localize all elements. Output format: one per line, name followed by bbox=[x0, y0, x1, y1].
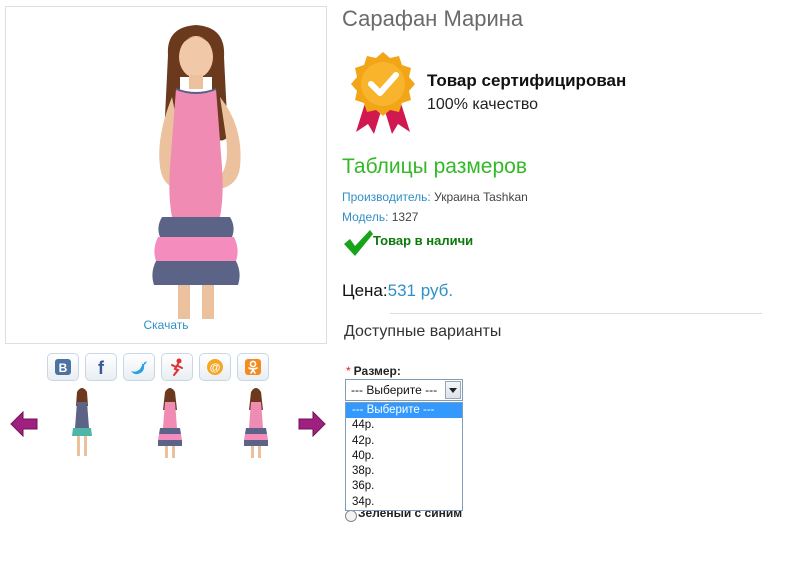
share-facebook-button[interactable]: f bbox=[85, 353, 117, 381]
mail-ru-icon: @ bbox=[207, 359, 223, 375]
thumbnail-dress-blue[interactable] bbox=[62, 384, 102, 460]
size-dropdown-option[interactable]: 38р. bbox=[346, 464, 462, 479]
size-table-link[interactable]: Таблицы размеров bbox=[342, 155, 527, 179]
stock-label: Товар в наличи bbox=[373, 233, 474, 248]
product-title: Сарафан Марина bbox=[342, 6, 524, 31]
certificate-subtitle: 100% качество bbox=[427, 96, 539, 113]
arrow-right-icon bbox=[298, 411, 326, 437]
carousel-prev-arrow[interactable] bbox=[10, 411, 38, 437]
manufacturer-value: Украина Tashkan bbox=[434, 190, 528, 204]
size-label: * Размер: bbox=[346, 364, 401, 378]
thumbnail-carousel bbox=[10, 382, 330, 462]
model-key: Модель: bbox=[342, 210, 389, 224]
twitter-icon bbox=[131, 361, 147, 375]
price: Цена:531 руб. bbox=[342, 281, 453, 301]
size-dropdown-option[interactable]: 40р. bbox=[346, 449, 462, 464]
divider bbox=[390, 313, 762, 314]
options-heading: Доступные варианты bbox=[344, 323, 502, 340]
download-link[interactable]: Скачать bbox=[6, 318, 326, 332]
share-odnoklassniki-figure-button[interactable] bbox=[161, 353, 193, 381]
ok-icon bbox=[245, 359, 261, 375]
svg-text:f: f bbox=[98, 358, 105, 377]
thumbnail-dress-pink-1[interactable] bbox=[150, 384, 190, 460]
size-dropdown-list: --- Выберите --- 44р. 42р. 40р. 38р. 36р. 34р. bbox=[345, 402, 463, 511]
size-dropdown-option[interactable]: 36р. bbox=[346, 479, 462, 494]
vk-icon: B bbox=[55, 359, 71, 375]
size-label-text: Размер: bbox=[353, 364, 401, 378]
share-twitter-button[interactable] bbox=[123, 353, 155, 381]
size-select-value: --- Выберите --- bbox=[351, 383, 438, 397]
product-photo[interactable] bbox=[116, 17, 276, 322]
size-dropdown-option[interactable]: --- Выберите --- bbox=[346, 403, 462, 419]
facebook-icon: f bbox=[98, 358, 105, 377]
size-dropdown-option[interactable]: 34р. bbox=[346, 495, 462, 510]
share-mailru-button[interactable]: @ bbox=[199, 353, 231, 381]
price-label: Цена: bbox=[342, 281, 388, 300]
arrow-left-icon bbox=[10, 411, 38, 437]
share-buttons: B f @ bbox=[47, 353, 269, 381]
certificate-title: Товар сертифицирован bbox=[427, 71, 627, 90]
manufacturer-link[interactable]: Производитель: bbox=[342, 190, 431, 204]
size-dropdown-option[interactable]: 44р. bbox=[346, 418, 462, 433]
svg-text:@: @ bbox=[210, 362, 221, 374]
svg-text:B: B bbox=[59, 361, 68, 375]
model-value: 1327 bbox=[391, 210, 419, 224]
color-option-radio[interactable] bbox=[345, 510, 357, 522]
price-value: 531 руб. bbox=[387, 281, 454, 300]
share-vk-button[interactable]: B bbox=[47, 353, 79, 381]
chevron-down-icon[interactable] bbox=[445, 381, 461, 399]
odnoklassniki-figure-icon bbox=[171, 358, 183, 376]
model-line: Модель: 1327 bbox=[342, 210, 418, 224]
size-select[interactable]: --- Выберите --- bbox=[345, 379, 463, 401]
carousel-next-arrow[interactable] bbox=[298, 411, 326, 437]
manufacturer-line: Производитель: Украина Tashkan bbox=[342, 190, 528, 204]
certified-badge-icon bbox=[351, 52, 415, 134]
thumbnail-dress-pink-2[interactable] bbox=[236, 384, 276, 460]
share-ok-button[interactable] bbox=[237, 353, 269, 381]
product-image-frame: Скачать bbox=[5, 6, 327, 344]
required-mark: * bbox=[346, 364, 351, 378]
size-dropdown-option[interactable]: 42р. bbox=[346, 434, 462, 449]
checkmark-icon bbox=[344, 230, 373, 256]
